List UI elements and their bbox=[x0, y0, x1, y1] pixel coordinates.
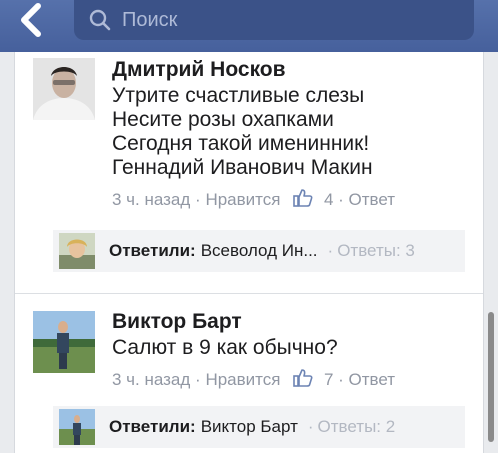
search-icon bbox=[89, 9, 111, 31]
comment-author[interactable]: Дмитрий Носков bbox=[112, 56, 472, 84]
replies-label: Ответили: bbox=[109, 241, 196, 260]
comment-body: Виктор Барт Салют в 9 как обычно? 3 ч. н… bbox=[112, 308, 472, 394]
comment-body: Дмитрий Носков Утрите счастливые слезы Н… bbox=[112, 56, 472, 214]
like-count: 4 bbox=[323, 190, 334, 209]
comment-line: Несите розы охапками bbox=[112, 108, 334, 131]
back-chevron-icon bbox=[21, 3, 41, 37]
comment-line: Геннадий Иванович Макин bbox=[112, 156, 373, 179]
replies-preview[interactable]: Ответили: Виктор Барт · Ответы: 2 bbox=[53, 406, 465, 448]
replies-count: Ответы: 3 bbox=[337, 241, 415, 260]
like-thumb-icon bbox=[293, 369, 313, 387]
separator: · bbox=[195, 190, 201, 209]
top-navigation-bar bbox=[0, 0, 498, 52]
separator: · bbox=[338, 190, 344, 209]
replies-separator: · bbox=[307, 417, 314, 436]
reply-link[interactable]: Ответ bbox=[349, 366, 396, 394]
like-link[interactable]: Нравится bbox=[205, 366, 280, 394]
scrollbar[interactable] bbox=[488, 312, 494, 442]
replies-names: Виктор Барт bbox=[200, 417, 298, 436]
separator: · bbox=[195, 370, 201, 389]
comment-author[interactable]: Виктор Барт bbox=[112, 308, 472, 336]
replies-preview[interactable]: Ответили: Всеволод Ин... · Ответы: 3 bbox=[53, 230, 465, 272]
avatar[interactable] bbox=[33, 58, 95, 120]
separator: · bbox=[338, 370, 344, 389]
replies-names: Всеволод Ин... bbox=[200, 241, 318, 260]
avatar[interactable] bbox=[33, 311, 95, 373]
like-count: 7 bbox=[323, 370, 334, 389]
replies-separator: · bbox=[327, 241, 334, 260]
comment-time[interactable]: 3 ч. назад bbox=[112, 186, 190, 214]
comment-line: Салют в 9 как обычно? bbox=[112, 336, 338, 359]
comment-line: Утрите счастливые слезы bbox=[112, 84, 365, 107]
like-thumb-icon bbox=[293, 189, 313, 207]
search-bar[interactable] bbox=[74, 0, 474, 40]
search-input[interactable] bbox=[122, 8, 442, 32]
back-button[interactable] bbox=[14, 2, 54, 42]
comment-meta: 3 ч. назад · Нравится 7 · Ответ bbox=[112, 366, 472, 394]
comment-line: Сегодня такой именинник! bbox=[112, 132, 370, 155]
comment-meta: 3 ч. назад · Нравится 4 · Ответ bbox=[112, 186, 472, 214]
reply-avatar bbox=[59, 409, 95, 445]
comments-list: Дмитрий Носков Утрите счастливые слезы Н… bbox=[14, 52, 484, 453]
divider bbox=[15, 293, 483, 294]
replies-label: Ответили: bbox=[109, 417, 196, 436]
reply-avatar bbox=[59, 233, 95, 269]
replies-count: Ответы: 2 bbox=[317, 417, 396, 436]
like-link[interactable]: Нравится bbox=[205, 186, 280, 214]
comment-time[interactable]: 3 ч. назад bbox=[112, 366, 190, 394]
reply-link[interactable]: Ответ bbox=[349, 186, 396, 214]
